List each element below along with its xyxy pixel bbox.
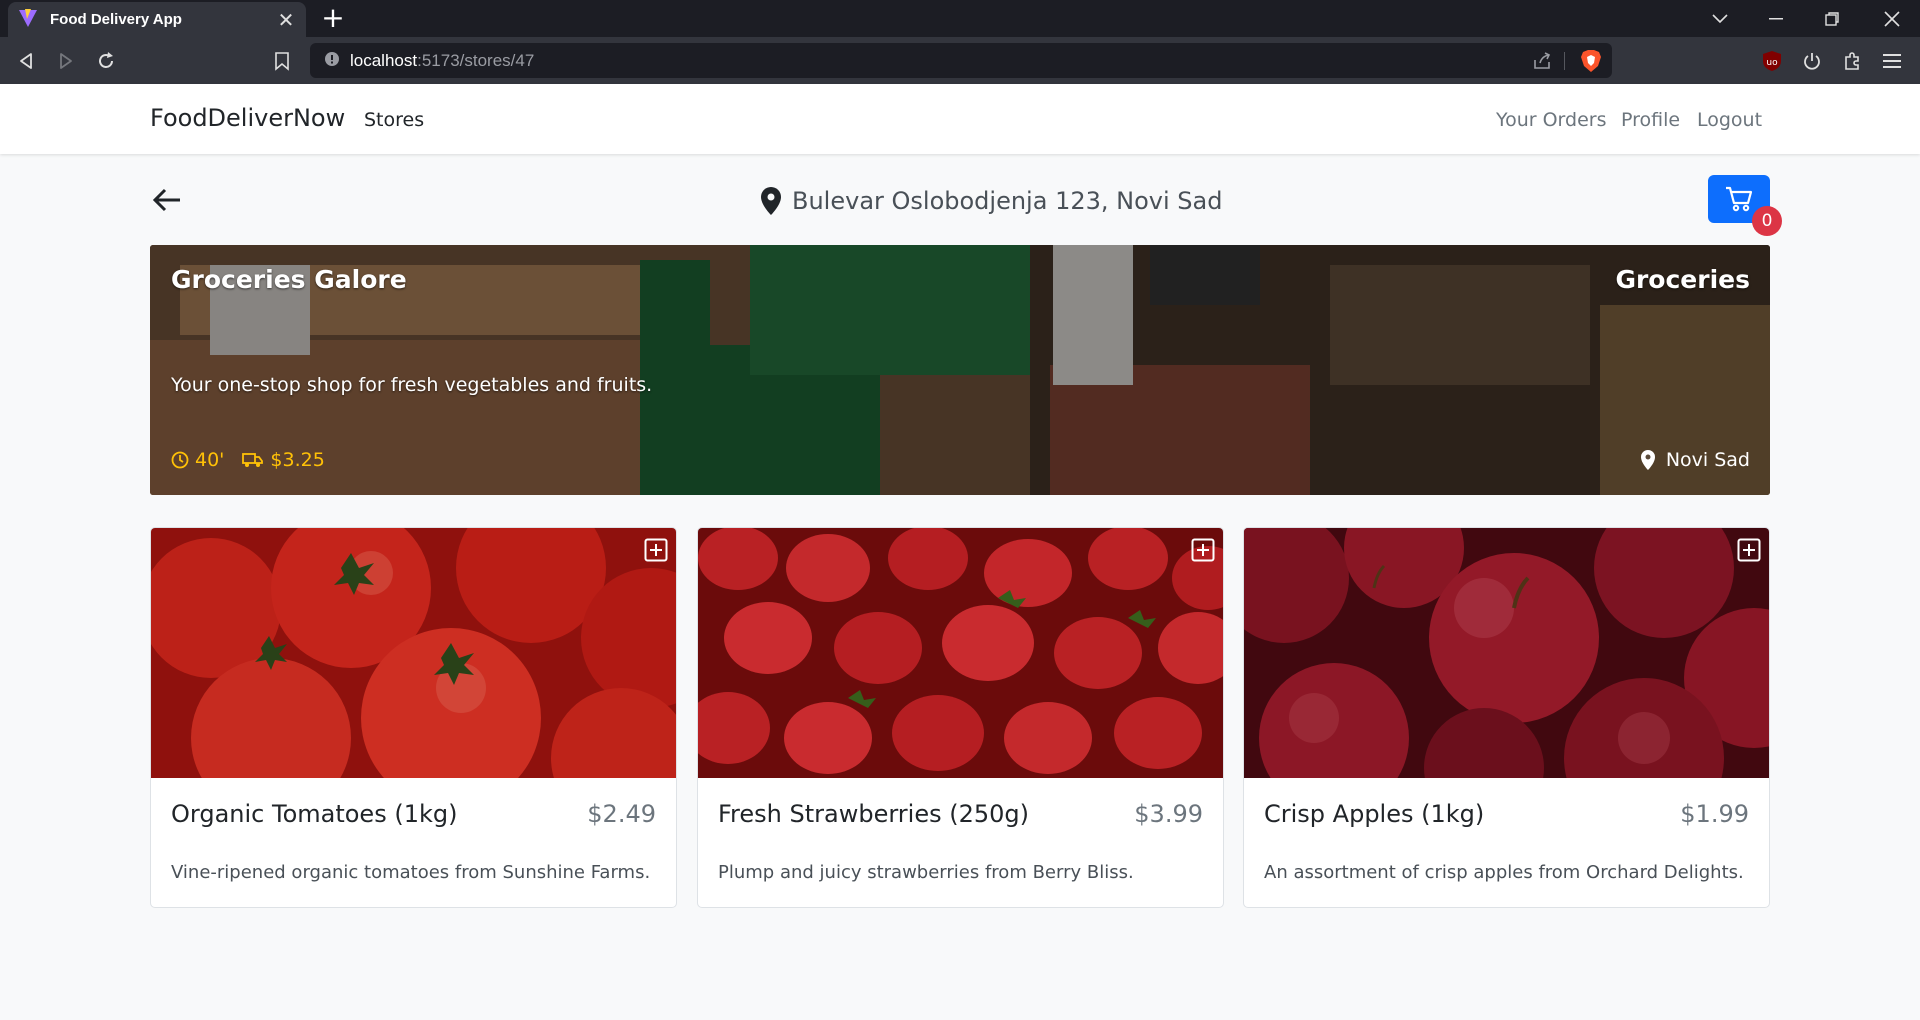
add-to-cart-icon[interactable] — [1737, 538, 1761, 562]
delivery-time-value: 40' — [195, 449, 225, 471]
svg-text:uo: uo — [1766, 58, 1778, 68]
nav-stores[interactable]: Stores — [364, 109, 424, 131]
image-overlay — [151, 528, 676, 778]
product-name: Crisp Apples (1kg) — [1264, 800, 1485, 828]
cart-count-badge: 0 — [1752, 206, 1782, 236]
product-card: Fresh Strawberries (250g) $3.99 Plump an… — [697, 527, 1224, 908]
product-description: Plump and juicy strawberries from Berry … — [718, 862, 1134, 883]
product-price: $3.99 — [1134, 800, 1203, 828]
reload-icon[interactable] — [92, 47, 120, 75]
store-category: Groceries — [1615, 265, 1750, 294]
vite-logo-icon — [18, 8, 38, 32]
location-pin-icon — [1640, 450, 1655, 470]
back-nav-icon[interactable] — [12, 47, 40, 75]
product-image — [698, 528, 1223, 778]
tab-list-chevron-icon[interactable] — [1692, 0, 1748, 37]
cart-icon — [1726, 186, 1753, 212]
ublock-icon[interactable]: uo — [1758, 47, 1786, 75]
product-price: $2.49 — [587, 800, 656, 828]
image-overlay — [1244, 528, 1769, 778]
browser-tabbar: Food Delivery App ✕ + — [0, 0, 1920, 37]
store-name: Groceries Galore — [171, 265, 407, 294]
delivery-fee-value: $3.25 — [270, 449, 325, 471]
browser-tab[interactable]: Food Delivery App ✕ — [8, 2, 306, 37]
bookmark-icon[interactable] — [268, 47, 296, 75]
new-tab-button[interactable]: + — [318, 4, 348, 34]
store-city: Novi Sad — [1640, 449, 1750, 471]
tab-title: Food Delivery App — [50, 11, 182, 28]
nav-profile[interactable]: Profile — [1621, 109, 1680, 131]
url-path: :5173/stores/47 — [417, 50, 535, 70]
url-divider — [1564, 52, 1565, 70]
location-pin-icon — [761, 187, 781, 215]
product-image — [1244, 528, 1769, 778]
tab-close-icon[interactable]: ✕ — [276, 8, 296, 32]
minimize-button[interactable] — [1748, 0, 1804, 37]
extensions-icon[interactable] — [1838, 47, 1866, 75]
menu-icon[interactable] — [1878, 47, 1906, 75]
product-card: Organic Tomatoes (1kg) $2.49 Vine-ripene… — [150, 527, 677, 908]
browser-toolbar: localhost:5173/stores/47 uo — [0, 37, 1920, 84]
clock-icon — [171, 451, 189, 469]
delivery-fee: $3.25 — [242, 449, 325, 471]
store-description: Your one-stop shop for fresh vegetables … — [171, 374, 653, 396]
product-description: Vine-ripened organic tomatoes from Sunsh… — [171, 862, 651, 883]
store-banner: Groceries Galore Groceries Your one-stop… — [150, 245, 1770, 495]
brand-link[interactable]: FoodDeliverNow — [150, 104, 345, 132]
site-info-icon[interactable] — [324, 51, 340, 71]
brave-shields-icon[interactable] — [1580, 49, 1602, 77]
nav-logout[interactable]: Logout — [1697, 109, 1762, 131]
product-card: Crisp Apples (1kg) $1.99 An assortment o… — [1243, 527, 1770, 908]
product-image — [151, 528, 676, 778]
close-window-button[interactable] — [1864, 0, 1920, 37]
truck-icon — [242, 453, 264, 467]
add-to-cart-icon[interactable] — [1191, 538, 1215, 562]
app-navbar: FoodDeliverNow Stores Your Orders Profil… — [0, 84, 1920, 154]
restore-button[interactable] — [1804, 0, 1860, 37]
delivery-time: 40' — [171, 449, 224, 471]
nav-your-orders[interactable]: Your Orders — [1496, 109, 1607, 131]
back-arrow-icon[interactable] — [150, 183, 184, 217]
add-to-cart-icon[interactable] — [644, 538, 668, 562]
store-meta: 40' $3.25 — [171, 449, 343, 471]
delivery-address: Bulevar Oslobodjenja 123, Novi Sad — [760, 183, 1222, 219]
product-name: Organic Tomatoes (1kg) — [171, 800, 458, 828]
share-icon[interactable] — [1532, 51, 1552, 75]
power-icon[interactable] — [1798, 47, 1826, 75]
url-host: localhost — [350, 50, 418, 70]
product-name: Fresh Strawberries (250g) — [718, 800, 1030, 828]
address-text: Bulevar Oslobodjenja 123, Novi Sad — [792, 187, 1223, 215]
address-bar[interactable]: localhost:5173/stores/47 — [310, 43, 1612, 78]
image-overlay — [698, 528, 1223, 778]
product-price: $1.99 — [1680, 800, 1749, 828]
store-city-text: Novi Sad — [1665, 449, 1750, 471]
forward-nav-icon[interactable] — [52, 47, 80, 75]
product-description: An assortment of crisp apples from Orcha… — [1264, 862, 1744, 883]
